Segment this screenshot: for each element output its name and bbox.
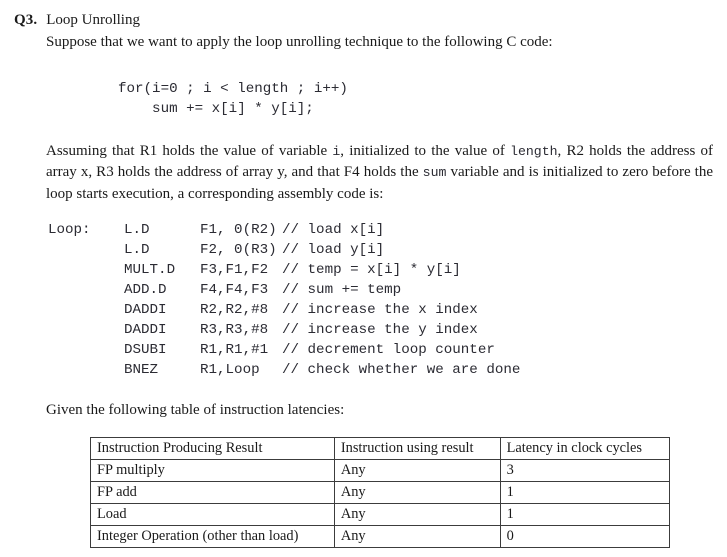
table-row: Integer Operation (other than load) Any … bbox=[90, 525, 671, 548]
question-number: Q3. bbox=[14, 12, 38, 28]
table-row: FP multiply Any 3 bbox=[90, 459, 671, 482]
table-cell-instruction: Integer Operation (other than load) bbox=[90, 525, 335, 548]
assembly-operands: R2,R2,#8 bbox=[200, 302, 269, 318]
assembly-operands: R1,R1,#1 bbox=[200, 342, 269, 358]
assembly-row: DSUBI R1,R1,#1 // decrement loop counter bbox=[48, 340, 520, 360]
assembly-opcode: L.D bbox=[124, 242, 150, 258]
table-cell-instruction: FP multiply bbox=[90, 459, 335, 482]
table-cell-instruction: Load bbox=[90, 503, 335, 526]
assembly-opcode: L.D bbox=[124, 222, 150, 238]
assembly-comment: // increase the y index bbox=[282, 322, 478, 338]
table-cell-latency: 1 bbox=[499, 481, 671, 504]
document-page: Q3. Loop Unrolling Suppose that we want t… bbox=[0, 0, 727, 557]
table-header-cell: Instruction using result bbox=[333, 437, 501, 460]
assembly-opcode: ADD.D bbox=[124, 282, 167, 298]
assembly-row: MULT.D F3,F1,F2 // temp = x[i] * y[i] bbox=[48, 260, 520, 280]
assembly-comment: // sum += temp bbox=[282, 282, 402, 298]
assembly-row: DADDI R3,R3,#8 // increase the y index bbox=[48, 320, 520, 340]
table-cell-latency: 1 bbox=[499, 503, 671, 526]
latency-table: Instruction Producing Result Instruction… bbox=[90, 437, 671, 548]
assembly-row: L.D F2, 0(R3) // load y[i] bbox=[48, 240, 520, 260]
table-row: Load Any 1 bbox=[90, 503, 671, 526]
table-header-cell: Instruction Producing Result bbox=[90, 437, 335, 460]
table-cell-instruction: FP add bbox=[90, 481, 335, 504]
table-header-row: Instruction Producing Result Instruction… bbox=[90, 437, 671, 460]
assembly-operands: R3,R3,#8 bbox=[200, 322, 269, 338]
assembly-operands: F1, 0(R2) bbox=[200, 222, 277, 238]
question-title: Loop Unrolling bbox=[46, 12, 140, 28]
assembly-operands: F4,F4,F3 bbox=[200, 282, 269, 298]
assembly-operands: F2, 0(R3) bbox=[200, 242, 277, 258]
assembly-row: BNEZ R1,Loop // check whether we are done bbox=[48, 360, 520, 380]
c-code-line-1: for(i=0 ; i < length ; i++) bbox=[118, 81, 348, 97]
assembly-opcode: MULT.D bbox=[124, 262, 176, 278]
assumption-mono-sum: sum bbox=[422, 165, 447, 181]
assembly-comment: // temp = x[i] * y[i] bbox=[282, 262, 461, 278]
assembly-opcode: BNEZ bbox=[124, 362, 159, 378]
table-cell-consumer: Any bbox=[333, 459, 501, 482]
assumption-segment-1: Assuming that R1 holds the value of vari… bbox=[46, 143, 333, 159]
c-code-line-2: sum += x[i] * y[i]; bbox=[118, 101, 314, 117]
table-cell-consumer: Any bbox=[333, 525, 501, 548]
assembly-comment: // increase the x index bbox=[282, 302, 478, 318]
table-header-cell: Latency in clock cycles bbox=[499, 437, 671, 460]
table-row: FP add Any 1 bbox=[90, 481, 671, 504]
question-heading: Q3. Loop Unrolling bbox=[14, 11, 714, 30]
assumption-segment-2: , initialized to the value of bbox=[340, 143, 511, 159]
assembly-row: DADDI R2,R2,#8 // increase the x index bbox=[48, 300, 520, 320]
assembly-opcode: DADDI bbox=[124, 322, 167, 338]
table-cell-latency: 3 bbox=[499, 459, 671, 482]
table-cell-consumer: Any bbox=[333, 503, 501, 526]
question-intro-text: Suppose that we want to apply the loop u… bbox=[46, 34, 553, 50]
assembly-opcode: DSUBI bbox=[124, 342, 167, 358]
assembly-comment: // decrement loop counter bbox=[282, 342, 495, 358]
assembly-comment: // load y[i] bbox=[282, 242, 385, 258]
assumption-mono-length: length bbox=[510, 144, 558, 159]
assembly-label: Loop: bbox=[48, 222, 91, 238]
assembly-operands: R1,Loop bbox=[200, 362, 260, 378]
assumption-paragraph: Assuming that R1 holds the value of vari… bbox=[46, 141, 713, 204]
assembly-opcode: DADDI bbox=[124, 302, 167, 318]
assembly-comment: // load x[i] bbox=[282, 222, 385, 238]
assembly-comment: // check whether we are done bbox=[282, 362, 521, 378]
table-cell-latency: 0 bbox=[499, 525, 671, 548]
assembly-code-block: Loop: L.D F1, 0(R2) // load x[i] L.D F2, 0(R… bbox=[48, 220, 520, 380]
assembly-row: Loop: L.D F1, 0(R2) // load x[i] bbox=[48, 220, 520, 240]
c-code-block: for(i=0 ; i < length ; i++) sum += x[i] … bbox=[118, 79, 348, 119]
table-caption: Given the following table of instruction… bbox=[46, 402, 345, 418]
assembly-row: ADD.D F4,F4,F3 // sum += temp bbox=[48, 280, 520, 300]
assembly-operands: F3,F1,F2 bbox=[200, 262, 269, 278]
table-cell-consumer: Any bbox=[333, 481, 501, 504]
